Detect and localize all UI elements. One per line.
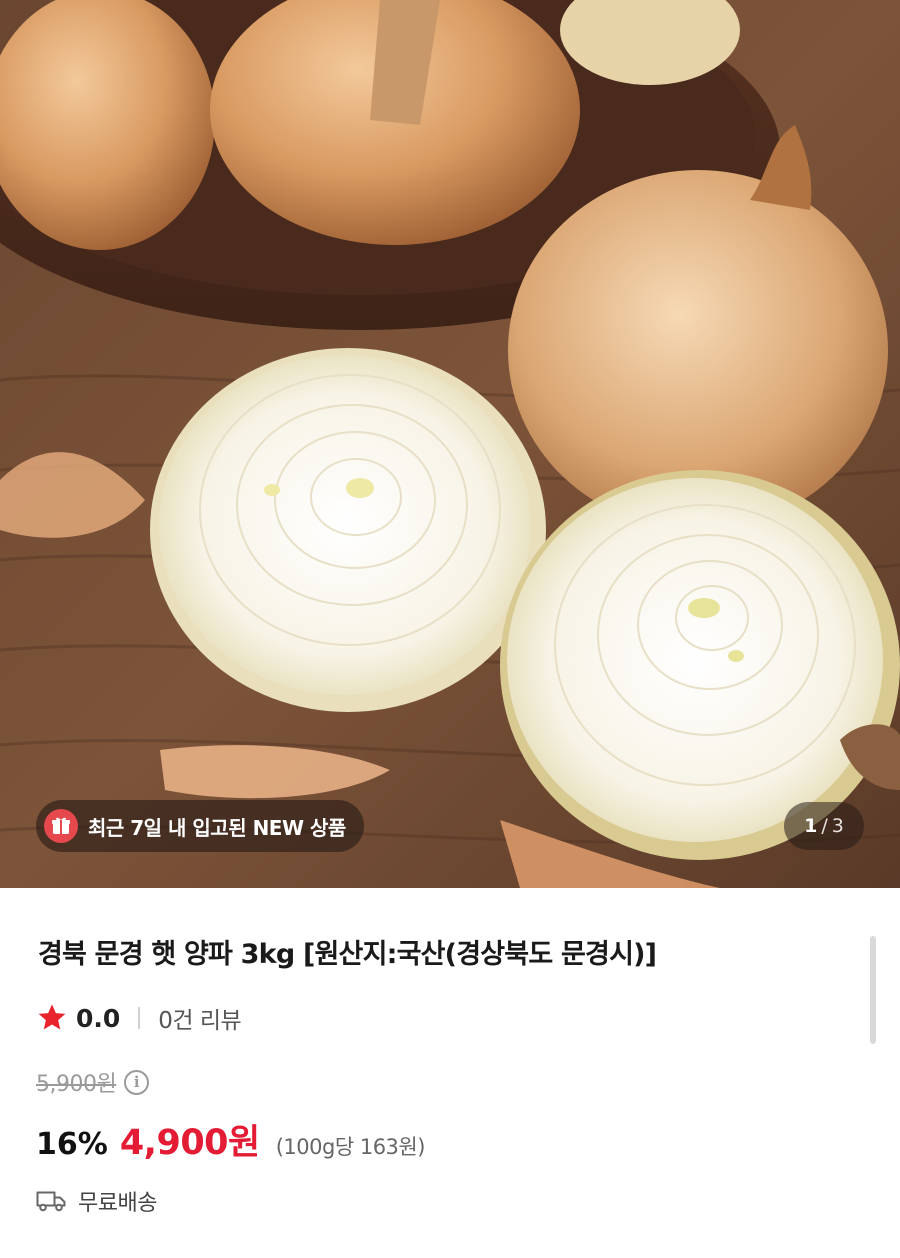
pager-separator: / — [821, 815, 828, 837]
product-photo — [0, 0, 900, 888]
sale-price-row: 16% 4,900원 (100g당 163원) — [36, 1114, 426, 1163]
product-title: 경북 문경 햇 양파 3kg [원산지:국산(경상북도 문경시)] — [38, 939, 657, 970]
unit-price: (100g당 163원) — [275, 1135, 426, 1159]
rating-score: 0.0 — [76, 1003, 121, 1033]
gift-box-icon — [44, 809, 78, 843]
product-info-panel: 경북 문경 햇 양파 3kg [원산지:국산(경상북도 문경시)] 0.0 0건… — [0, 888, 900, 1258]
product-image-carousel[interactable]: 최근 7일 내 입고된 NEW 상품 1 / 3 — [0, 0, 900, 888]
scrollbar[interactable] — [870, 936, 876, 1044]
price-info-icon[interactable]: i — [124, 1069, 150, 1095]
truck-icon — [36, 1191, 66, 1212]
sale-price: 4,900원 — [119, 1123, 260, 1163]
discount-rate: 16% — [36, 1127, 108, 1162]
rating-row[interactable]: 0.0 0건 리뷰 — [36, 1000, 242, 1036]
divider — [138, 1007, 141, 1029]
image-pager: 1 / 3 — [784, 802, 864, 850]
shipping-label: 무료배송 — [78, 1191, 157, 1216]
shipping-row: 무료배송 — [36, 1184, 157, 1218]
review-count-link[interactable]: 0건 리뷰 — [158, 1001, 241, 1035]
new-arrival-badge: 최근 7일 내 입고된 NEW 상품 — [36, 800, 364, 852]
badge-label: 최근 7일 내 입고된 NEW 상품 — [88, 815, 346, 840]
original-price-row: 5,900원 i — [36, 1066, 150, 1098]
pager-current: 1 — [804, 815, 818, 837]
star-icon — [38, 1004, 66, 1030]
original-price: 5,900원 — [36, 1072, 117, 1097]
pager-total: 3 — [831, 815, 844, 837]
